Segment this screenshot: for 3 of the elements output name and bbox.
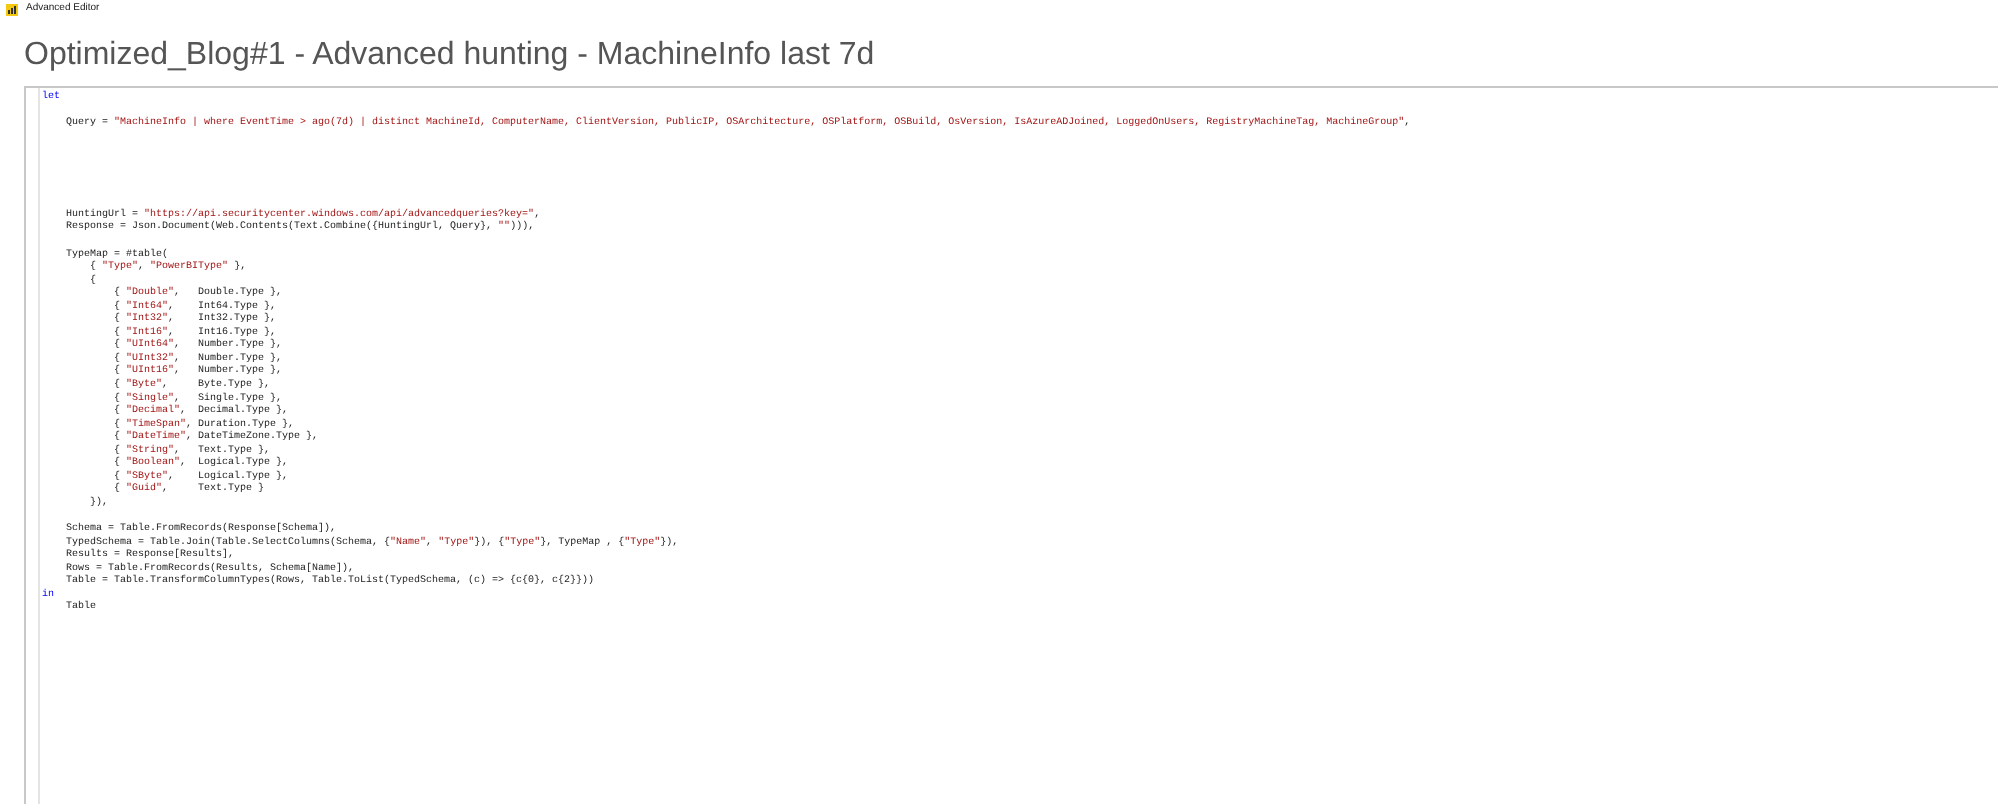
query-title: Optimized_Blog#1 - Advanced hunting - MachineInfo last 7d <box>24 36 877 76</box>
code-editor[interactable] <box>24 86 1998 804</box>
app-logo-icon <box>6 4 18 16</box>
